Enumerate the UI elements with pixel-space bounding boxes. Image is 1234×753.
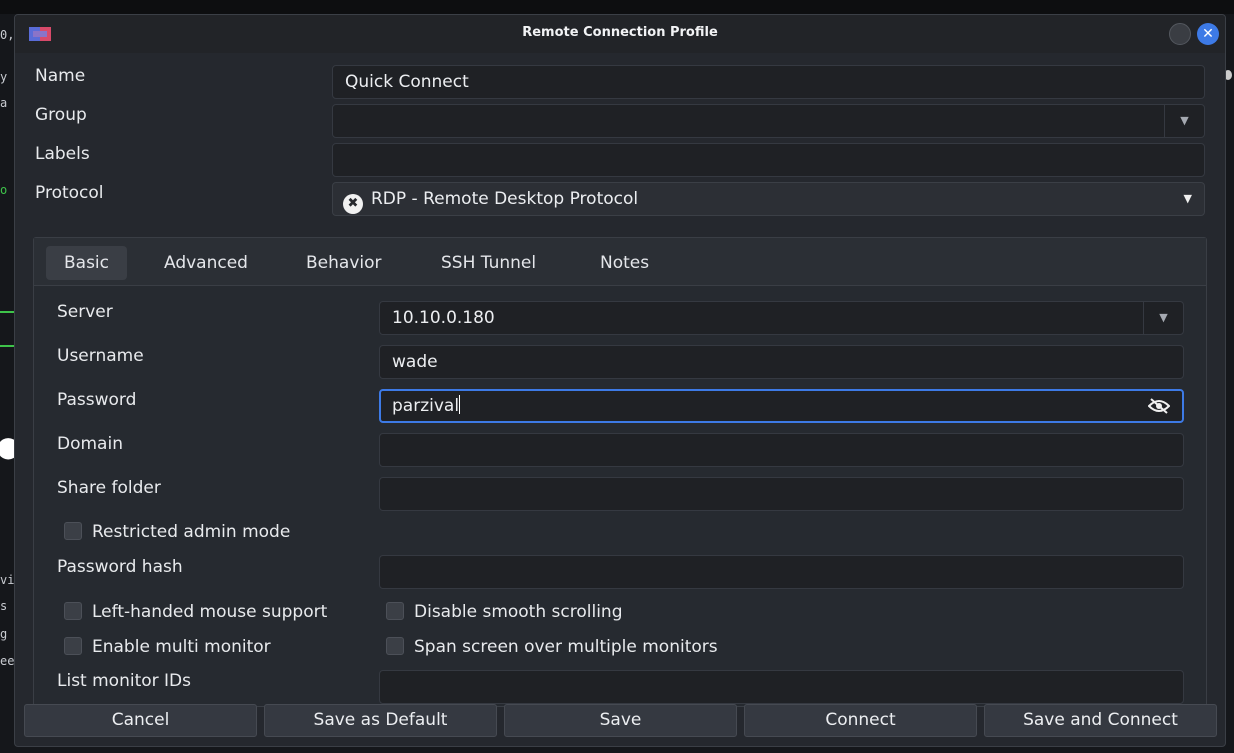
labels-label: Labels (35, 144, 90, 164)
protocol-select[interactable]: ✖ RDP - Remote Desktop Protocol ▼ (332, 182, 1205, 216)
span-screen-label: Span screen over multiple monitors (414, 637, 718, 657)
background-text: ee (0, 654, 14, 668)
title-bar: Remote Connection Profile ✕ (15, 15, 1225, 53)
server-value: 10.10.0.180 (392, 308, 495, 328)
enable-multi-monitor-checkbox[interactable]: Enable multi monitor (64, 637, 271, 657)
background-text: 0, (0, 28, 14, 42)
connect-button[interactable]: Connect (744, 704, 977, 737)
name-label: Name (35, 66, 86, 86)
text-caret (459, 395, 461, 414)
group-label: Group (35, 105, 87, 125)
chevron-down-icon: ▼ (1183, 192, 1192, 205)
protocol-value: RDP - Remote Desktop Protocol (371, 189, 639, 209)
background-text: y (0, 70, 8, 84)
tab-behavior[interactable]: Behavior (288, 246, 400, 280)
password-label: Password (57, 390, 137, 410)
save-and-connect-button[interactable]: Save and Connect (984, 704, 1217, 737)
cancel-button[interactable]: Cancel (24, 704, 257, 737)
tab-bar: Basic Advanced Behavior SSH Tunnel Notes (34, 238, 1206, 286)
monitor-ids-label: List monitor IDs (57, 671, 191, 691)
domain-input[interactable] (379, 433, 1184, 467)
tab-advanced[interactable]: Advanced (146, 246, 266, 280)
multi-monitor-label: Enable multi monitor (92, 637, 271, 657)
chevron-down-icon[interactable]: ▼ (1143, 302, 1183, 334)
close-button[interactable]: ✕ (1197, 23, 1219, 45)
username-input[interactable]: wade (379, 345, 1184, 379)
remote-connection-profile-dialog: Remote Connection Profile ✕ Name Quick C… (14, 14, 1226, 747)
settings-notebook: Basic Advanced Behavior SSH Tunnel Notes… (33, 237, 1207, 707)
checkbox-box[interactable] (64, 602, 82, 620)
checkbox-box[interactable] (386, 602, 404, 620)
password-value: parzival (392, 396, 460, 416)
share-folder-label: Share folder (57, 478, 161, 498)
desktop-top-bar (0, 0, 1234, 14)
name-input[interactable]: Quick Connect (332, 65, 1205, 99)
share-folder-input[interactable] (379, 477, 1184, 511)
server-combobox[interactable]: 10.10.0.180 ▼ (379, 301, 1184, 335)
tab-notes[interactable]: Notes (582, 246, 667, 280)
tab-basic[interactable]: Basic (46, 246, 128, 280)
disable-smooth-label: Disable smooth scrolling (414, 602, 623, 622)
background-text: g (0, 627, 8, 641)
username-label: Username (57, 346, 144, 366)
disable-smooth-scrolling-checkbox[interactable]: Disable smooth scrolling (386, 602, 622, 622)
restricted-admin-checkbox[interactable]: Restricted admin mode (64, 522, 290, 542)
checkbox-box[interactable] (64, 522, 82, 540)
span-screen-checkbox[interactable]: Span screen over multiple monitors (386, 637, 718, 657)
chevron-down-icon[interactable]: ▼ (1164, 105, 1204, 137)
checkbox-box[interactable] (64, 637, 82, 655)
labels-input[interactable] (332, 143, 1205, 177)
server-label: Server (57, 302, 113, 322)
background-green-lines (0, 311, 14, 347)
monitor-ids-input[interactable] (379, 670, 1184, 704)
group-combobox[interactable]: ▼ (332, 104, 1205, 138)
left-handed-label: Left-handed mouse support (92, 602, 328, 622)
minimize-button[interactable] (1169, 23, 1191, 45)
rdp-protocol-icon: ✖ (343, 194, 363, 214)
window-title: Remote Connection Profile (522, 25, 718, 40)
password-hash-label: Password hash (57, 557, 183, 577)
tab-ssh-tunnel[interactable]: SSH Tunnel (423, 246, 554, 280)
background-text: s (0, 599, 8, 613)
left-handed-mouse-checkbox[interactable]: Left-handed mouse support (64, 602, 327, 622)
checkbox-box[interactable] (386, 637, 404, 655)
save-button[interactable]: Save (504, 704, 737, 737)
eye-slash-icon[interactable] (1148, 397, 1170, 415)
password-input[interactable]: parzival (379, 389, 1184, 423)
background-text: vi (0, 573, 14, 587)
save-as-default-button[interactable]: Save as Default (264, 704, 497, 737)
password-hash-input[interactable] (379, 555, 1184, 589)
protocol-label: Protocol (35, 183, 104, 203)
domain-label: Domain (57, 434, 123, 454)
background-text: o (0, 183, 8, 197)
close-icon: ✕ (1202, 26, 1214, 42)
restricted-admin-label: Restricted admin mode (92, 522, 291, 542)
dialog-button-bar: Cancel Save as Default Save Connect Save… (15, 701, 1225, 746)
background-text: a (0, 96, 8, 110)
